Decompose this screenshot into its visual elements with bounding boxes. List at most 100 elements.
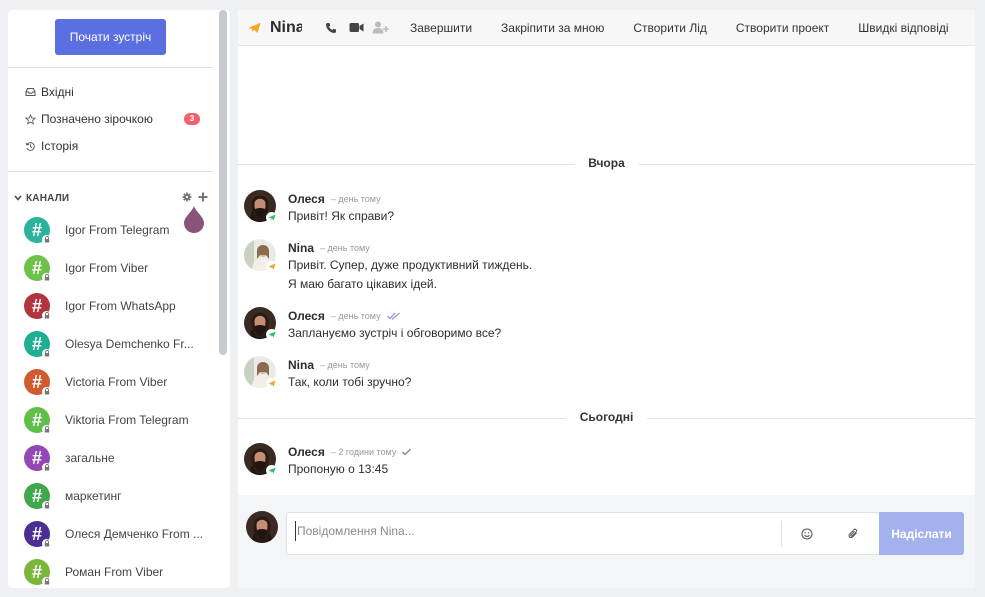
- channel-name: Viktoria From Telegram: [65, 413, 189, 427]
- telegram-badge-icon: [266, 465, 277, 476]
- emoji-icon[interactable]: [797, 524, 817, 544]
- channel-hash-icon: #: [24, 521, 51, 548]
- message-text: Пропоную о 13:45: [288, 462, 389, 476]
- message-text: Привіт! Як справи?: [288, 209, 395, 223]
- channel-hash-icon: #: [24, 369, 51, 396]
- star-icon: [24, 113, 36, 125]
- message: Nina – день тому Привіт. Супер, дуже про…: [244, 239, 944, 297]
- plus-icon[interactable]: [198, 192, 208, 205]
- sidebar-item-history[interactable]: Історія: [24, 136, 78, 156]
- date-divider-label: Вчора: [574, 156, 639, 170]
- add-user-icon[interactable]: [371, 21, 389, 34]
- phone-icon[interactable]: [322, 22, 340, 34]
- telegram-plane-icon: [248, 22, 262, 34]
- lock-icon: [42, 387, 51, 396]
- finish-button[interactable]: Завершити: [410, 21, 472, 35]
- channels-label: КАНАЛИ: [26, 192, 70, 204]
- sidebar-item-label: Позначено зірочкою: [41, 112, 153, 126]
- message: Олеся – 2 години тому Пропоную о 13:45: [244, 443, 944, 483]
- message-author: Олеся: [288, 309, 325, 323]
- message-time: – день тому: [330, 311, 381, 321]
- lock-icon: [42, 311, 51, 320]
- inbox-icon: [24, 86, 36, 98]
- date-divider-today: Сьогодні: [238, 410, 975, 426]
- lock-icon: [42, 273, 51, 282]
- message-list: Вчора Олеся – день тому Привіт! Як справ…: [238, 46, 975, 495]
- channel-item[interactable]: # Igor From Viber: [24, 253, 214, 283]
- channel-name: загальне: [65, 451, 115, 465]
- divider: [8, 67, 213, 68]
- message: Олеся – день тому Заплануємо зустріч і о…: [244, 307, 944, 347]
- message-text: Привіт. Супер, дуже продуктивний тиждень…: [288, 258, 533, 272]
- message: Nina – день тому Так, коли тобі зручно?: [244, 356, 944, 396]
- message-author: Nina: [288, 358, 315, 372]
- channel-item[interactable]: # маркетинг: [24, 481, 214, 511]
- channel-name: маркетинг: [65, 489, 122, 503]
- divider: [8, 171, 213, 172]
- message: Олеся – день тому Привіт! Як справи?: [244, 190, 944, 230]
- chat-header: Nina Завершити Закріпити за мною Створит…: [238, 10, 975, 46]
- channel-hash-icon: #: [24, 331, 51, 358]
- channel-hash-icon: #: [24, 217, 51, 244]
- channel-name: Igor From WhatsApp: [65, 299, 176, 313]
- video-call-icon[interactable]: [347, 22, 365, 33]
- channel-name: Олеся Демченко From ...: [65, 527, 204, 541]
- channel-name: Olesya Demchenko Fr...: [65, 337, 194, 351]
- composer: Надіслати: [238, 495, 975, 588]
- channel-hash-icon: #: [24, 445, 51, 472]
- message-input-box: [286, 512, 880, 555]
- channel-item[interactable]: # Олеся Демченко From ...: [24, 519, 214, 549]
- channel-hash-icon: #: [24, 483, 51, 510]
- channel-item[interactable]: # Viktoria From Telegram: [24, 405, 214, 435]
- sidebar-scrollbar[interactable]: [219, 10, 227, 355]
- gear-icon[interactable]: [182, 192, 192, 205]
- message-time: – день тому: [320, 243, 370, 253]
- lock-icon: [42, 235, 51, 244]
- sidebar-item-starred[interactable]: Позначено зірочкою: [24, 109, 153, 129]
- channels-header: КАНАЛИ: [12, 190, 208, 206]
- telegram-badge-icon: [266, 378, 277, 389]
- channel-item[interactable]: # Olesya Demchenko Fr...: [24, 329, 214, 359]
- assign-to-me-button[interactable]: Закріпити за мною: [501, 21, 604, 35]
- start-meeting-button[interactable]: Почати зустріч: [55, 19, 166, 55]
- sidebar-item-inbox[interactable]: Вхідні: [24, 82, 74, 102]
- channel-hash-icon: #: [24, 407, 51, 434]
- attachment-icon[interactable]: [843, 524, 863, 544]
- date-divider-label: Сьогодні: [565, 410, 648, 424]
- channel-item[interactable]: # Роман From Viber: [24, 557, 214, 587]
- quick-replies-button[interactable]: Швидкі відповіді: [858, 21, 948, 35]
- message-text: Я маю багато цікавих ідей.: [288, 277, 437, 291]
- sidebar: Почати зустріч Вхідні Позначено зірочкою…: [8, 10, 230, 588]
- lock-icon: [42, 539, 51, 548]
- channel-item[interactable]: # Igor From WhatsApp: [24, 291, 214, 321]
- channel-name: Victoria From Viber: [65, 375, 168, 389]
- channel-name: Igor From Viber: [65, 261, 149, 275]
- channel-item[interactable]: # загальне: [24, 443, 214, 473]
- create-project-button[interactable]: Створити проект: [736, 21, 829, 35]
- chevron-down-icon[interactable]: [12, 195, 24, 201]
- message-input[interactable]: [295, 521, 775, 541]
- date-divider-yesterday: Вчора: [238, 156, 975, 172]
- history-icon: [24, 140, 36, 152]
- channel-hash-icon: #: [24, 559, 51, 586]
- message-author: Олеся: [288, 192, 325, 206]
- lock-icon: [42, 463, 51, 472]
- telegram-badge-icon: [266, 329, 277, 340]
- telegram-badge-icon: [266, 212, 277, 223]
- lock-icon: [42, 577, 51, 586]
- sidebar-item-label: Історія: [41, 139, 79, 153]
- sidebar-item-label: Вхідні: [41, 85, 74, 99]
- message-time: – день тому: [320, 360, 370, 370]
- channel-name: Роман From Viber: [65, 565, 164, 579]
- message-time: – 2 години тому: [330, 447, 397, 457]
- chat-title: Nina: [270, 18, 302, 36]
- check-icon: [402, 448, 412, 456]
- double-check-icon: [386, 312, 400, 320]
- telegram-badge-icon: [266, 261, 277, 272]
- send-button[interactable]: Надіслати: [879, 512, 964, 555]
- message-text: Так, коли тобі зручно?: [288, 375, 412, 389]
- message-author: Nina: [288, 241, 315, 255]
- lock-icon: [42, 425, 51, 434]
- channel-item[interactable]: # Victoria From Viber: [24, 367, 214, 397]
- create-lead-button[interactable]: Створити Лід: [633, 21, 707, 35]
